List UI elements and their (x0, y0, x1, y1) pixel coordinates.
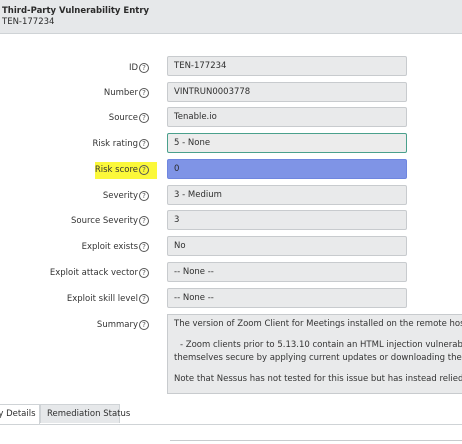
risk-score-field[interactable]: 0 (167, 159, 407, 179)
exploit-attack-vector-select[interactable]: -- None -- (167, 262, 407, 282)
help-icon[interactable]: ? (139, 268, 149, 278)
summary-line: themselves secure by applying current up… (174, 353, 462, 363)
help-icon[interactable]: ? (139, 216, 149, 226)
summary-textarea[interactable]: The version of Zoom Client for Meetings … (167, 314, 462, 394)
summary-line: - Zoom clients prior to 5.13.10 contain … (180, 340, 462, 350)
source-severity-label: Source Severity (71, 216, 138, 226)
risk-score-label: Risk score (94, 165, 138, 175)
form-title: Third-Party Vulnerability Entry (2, 6, 150, 16)
risk-rating-field[interactable]: 5 - None (167, 133, 407, 153)
source-field[interactable]: Tenable.io (167, 107, 407, 127)
help-icon[interactable]: ? (139, 320, 149, 330)
tab-bar: ty Details Remediation Status (0, 404, 462, 425)
severity-label: Severity (102, 191, 138, 201)
help-icon[interactable]: ? (139, 139, 149, 149)
record-id: TEN-177234 (2, 17, 55, 27)
help-icon[interactable]: ? (139, 242, 149, 252)
summary-label: Summary (96, 320, 138, 330)
id-label: ID (128, 63, 138, 73)
severity-field[interactable]: 3 - Medium (167, 185, 407, 205)
exploit-skill-level-label: Exploit skill level (66, 294, 138, 304)
summary-line: The version of Zoom Client for Meetings … (174, 319, 462, 329)
source-label: Source (108, 113, 138, 123)
help-icon[interactable]: ? (139, 63, 149, 73)
exploit-exists-field[interactable]: No (167, 236, 407, 256)
id-field[interactable]: TEN-177234 (167, 56, 407, 76)
exploit-attack-vector-label: Exploit attack vector (49, 268, 138, 278)
exploit-exists-label: Exploit exists (81, 242, 138, 252)
exploit-skill-level-select[interactable]: -- None -- (167, 288, 407, 308)
number-label: Number (103, 88, 138, 98)
risk-rating-label: Risk rating (92, 139, 138, 149)
source-severity-field[interactable]: 3 (167, 210, 407, 230)
summary-line: Note that Nessus has not tested for this… (174, 374, 462, 384)
help-icon[interactable]: ? (139, 191, 149, 201)
tab-details[interactable]: ty Details (0, 404, 40, 424)
form-header: Third-Party Vulnerability Entry TEN-1772… (0, 0, 462, 34)
help-icon[interactable]: ? (139, 294, 149, 304)
divider (170, 440, 462, 441)
help-icon[interactable]: ? (139, 88, 149, 98)
tab-remediation-status[interactable]: Remediation Status (40, 404, 130, 423)
help-icon[interactable]: ? (139, 165, 149, 175)
help-icon[interactable]: ? (139, 113, 149, 123)
number-field[interactable]: VINTRUN0003778 (167, 82, 407, 102)
